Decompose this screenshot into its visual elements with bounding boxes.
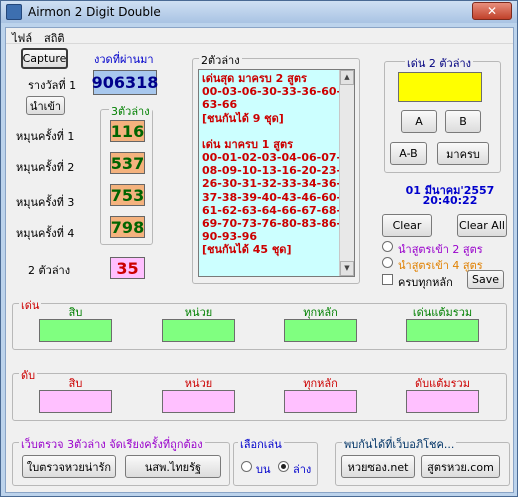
client-area: ไฟล์ สถิติ Capture รางวัลที่ 1 นำเข้า หม… [5, 27, 514, 493]
check-lotto-button[interactable]: ใบตรวจหวยน่ารัก [22, 455, 116, 478]
result-line: [ชนกันได้ 45 ชุด] [202, 243, 292, 257]
radio-top-label: บน [256, 463, 271, 476]
choose-play-caption: เลือกเล่น [238, 435, 284, 453]
result-line: 00-01-02-03-04-06-07- [202, 151, 342, 165]
two-bottom-value: 35 [110, 257, 145, 279]
result-line: 63-66 [202, 98, 238, 112]
spin4-label: หมุนครั้งที่ 4 [16, 227, 75, 240]
radio-two-formulas[interactable] [382, 241, 393, 252]
top-field-all[interactable] [284, 319, 357, 342]
huaysong-button[interactable]: หวยซอง.net [341, 455, 415, 478]
thairath-button[interactable]: นสพ.ไทยรัฐ [125, 455, 221, 478]
result-line: เด่นสุด มาครบ 2 สูตร [202, 72, 307, 85]
top-field-tens[interactable] [39, 319, 112, 342]
spin2-label: หมุนครั้งที่ 2 [16, 161, 75, 174]
radio-top[interactable] [241, 461, 252, 472]
last-draw-caption: งวดที่ผ่านมา [94, 53, 154, 66]
feature-caption: เด่น 2 ตัวล่าง [405, 54, 474, 72]
radio-bottom[interactable] [278, 461, 289, 472]
result-line: [ชนกันได้ 9 ชุด] [202, 111, 284, 125]
spin3-label: หมุนครั้งที่ 3 [16, 196, 75, 209]
prize1-label: รางวัลที่ 1 [28, 79, 77, 92]
b-button[interactable]: B [445, 110, 481, 133]
menu-stats[interactable]: สถิติ [44, 29, 65, 47]
menu-bar: ไฟล์ สถิติ [6, 28, 513, 47]
bottom-field-units[interactable] [162, 390, 235, 413]
sootrhuay-button[interactable]: สูตรหวย.com [421, 455, 500, 478]
complete-button[interactable]: มาครบ [437, 142, 489, 165]
top-field-units[interactable] [162, 319, 235, 342]
a-button[interactable]: A [401, 110, 437, 133]
save-button[interactable]: Save [467, 270, 504, 289]
result-line: 69-70-73-76-80-83-86- [202, 217, 342, 231]
scroll-down-icon[interactable]: ▼ [340, 261, 354, 276]
result-line: 26-30-31-32-33-34-36- [202, 177, 342, 191]
last-draw-value: 906318 [92, 70, 158, 95]
bottom-field-all[interactable] [284, 390, 357, 413]
scroll-up-icon[interactable]: ▲ [340, 70, 354, 85]
three-bottom-value-3: 753 [110, 184, 145, 206]
menu-file[interactable]: ไฟล์ [12, 29, 32, 47]
two-bottom-label: 2 ตัวล่าง [28, 264, 71, 277]
ab-button[interactable]: A-B [390, 142, 427, 165]
meet-us-caption: พบกันได้ที่เว็บอภิโชค... [342, 435, 457, 453]
app-window: Airmon 2 Digit Double ✕ ไฟล์ สถิติ Captu… [0, 0, 518, 497]
app-icon [6, 4, 22, 20]
result-line: 08-09-10-13-16-20-23- [202, 164, 342, 178]
bottom-pick-caption: ดับ [19, 366, 38, 384]
two-digit-caption: 2ตัวล่าง [199, 51, 242, 69]
clear-all-button[interactable]: Clear All [457, 214, 507, 237]
browse-caption: เว็บตรวจ 3ตัวล่าง จัดเรียงครั้งที่ถูกต้อ… [19, 435, 205, 453]
feature-yellow-box [398, 72, 482, 102]
result-line [202, 125, 351, 138]
capture-button[interactable]: Capture [21, 48, 68, 69]
bottom-field-sum[interactable] [406, 390, 479, 413]
result-line: 90-93-96 [202, 230, 258, 244]
two-digit-result-text[interactable]: เด่นสุด มาครบ 2 สูตร 00-03-06-30-33-36-6… [198, 69, 355, 277]
result-line: 61-62-63-64-66-67-68- [202, 203, 342, 217]
close-icon[interactable]: ✕ [472, 2, 512, 20]
vertical-scrollbar[interactable]: ▲ ▼ [339, 70, 354, 276]
three-bottom-value-4: 798 [110, 216, 145, 238]
result-line: 00-03-06-30-33-36-60- [202, 85, 342, 99]
radio-four-formulas[interactable] [382, 257, 393, 268]
three-bottom-value-2: 537 [110, 152, 145, 174]
window-title: Airmon 2 Digit Double [28, 5, 161, 19]
result-line: เด่น มาครบ 1 สูตร [202, 137, 294, 151]
clear-button[interactable]: Clear [382, 214, 432, 237]
three-bottom-caption: 3ตัวล่าง [109, 102, 152, 120]
time-text: 20:40:22 [422, 194, 478, 207]
spin1-label: หมุนครั้งที่ 1 [16, 130, 75, 143]
check-all-digits[interactable] [382, 274, 393, 285]
radio-bottom-label: ล่าง [293, 463, 312, 476]
bottom-field-tens[interactable] [39, 390, 112, 413]
check-all-label: ครบทุกหลัก [398, 276, 453, 289]
result-line: 37-38-39-40-43-46-60- [202, 190, 342, 204]
import-button[interactable]: นำเข้า [26, 96, 65, 115]
title-bar: Airmon 2 Digit Double ✕ [1, 1, 517, 23]
top-field-sum[interactable] [406, 319, 479, 342]
three-bottom-value-1: 116 [110, 120, 145, 142]
